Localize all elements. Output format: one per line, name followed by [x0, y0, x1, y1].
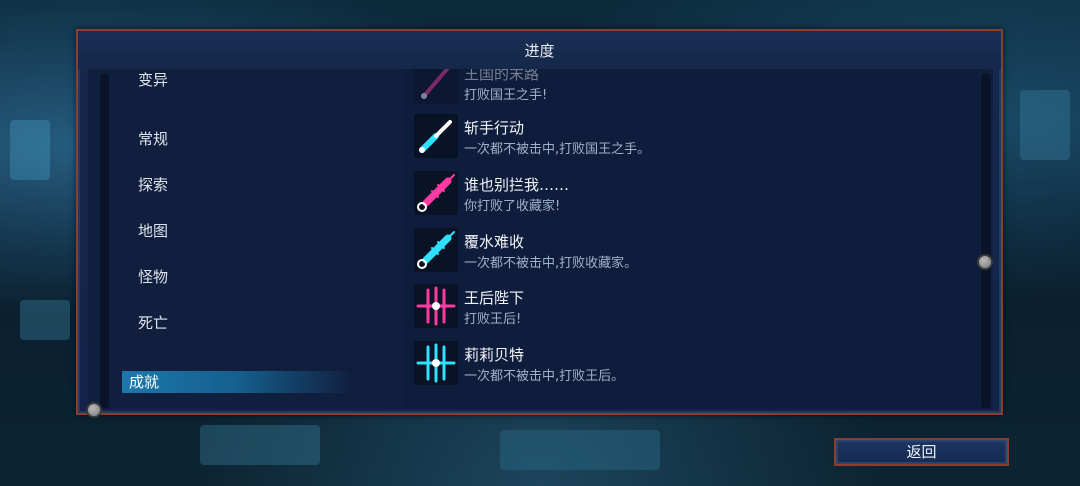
panel-title: 进度	[78, 31, 1001, 69]
category-item-deaths[interactable]: 死亡	[132, 312, 168, 334]
left-scroll-knob[interactable]	[86, 402, 102, 418]
achievement-description: 一次都不被击中,打败国王之手。	[464, 142, 651, 157]
category-item-monsters[interactable]: 怪物	[132, 266, 168, 288]
achievement-description: 一次都不被击中,打败收藏家。	[464, 256, 638, 271]
achievement-list: 王国的末路 打败国王之手! 斩手行动 一次都不被击中,打败国王之手。 谁也别拦我…	[404, 69, 979, 409]
achievement-title: 谁也别拦我……	[464, 176, 570, 194]
achievement-title: 王国的末路	[464, 69, 540, 83]
achievement-title: 斩手行动	[464, 119, 525, 137]
category-item-general[interactable]: 常规	[132, 128, 168, 150]
achievement-scrollbar[interactable]	[981, 73, 991, 409]
crown-spikes-icon	[414, 284, 458, 328]
sword-icon	[414, 114, 458, 158]
achievement-title: 莉莉贝特	[464, 346, 525, 364]
achievement-title: 覆水难收	[464, 233, 525, 251]
background-light	[20, 300, 70, 340]
syringe-icon	[414, 228, 458, 272]
category-scrollbar[interactable]	[100, 73, 109, 409]
achievement-item[interactable]: 谁也别拦我…… 你打败了收藏家!	[414, 171, 974, 219]
achievement-item[interactable]: 莉莉贝特 一次都不被击中,打败王后。	[414, 341, 974, 389]
back-button[interactable]: 返回	[834, 438, 1009, 466]
category-item-achievements[interactable]: 成就	[122, 371, 351, 393]
achievement-description: 你打败了收藏家!	[464, 199, 561, 214]
background-light	[10, 120, 50, 180]
panel-content: 变异 常规 探索 地图 怪物 死亡 成就 王国的末路 打败国王之手! 斩手行动 …	[88, 69, 993, 409]
syringe-icon	[414, 171, 458, 215]
achievement-description: 打败王后!	[464, 312, 522, 327]
background-light	[500, 430, 660, 470]
achievement-description: 打败国王之手!	[464, 88, 548, 103]
category-item-map[interactable]: 地图	[132, 220, 168, 242]
background-light	[200, 425, 320, 465]
category-item-exploration[interactable]: 探索	[132, 174, 168, 196]
achievement-description: 一次都不被击中,打败王后。	[464, 369, 625, 384]
achievement-item[interactable]: 斩手行动 一次都不被击中,打败国王之手。	[414, 114, 974, 162]
achievement-item[interactable]: 覆水难收 一次都不被击中,打败收藏家。	[414, 228, 974, 276]
progress-panel: 进度 变异 常规 探索 地图 怪物 死亡 成就 王国的末路 打败国王之手! 斩手…	[76, 29, 1003, 415]
achievement-item[interactable]: 王国的末路 打败国王之手!	[414, 69, 974, 108]
sword-icon	[414, 69, 458, 104]
right-scroll-knob[interactable]	[977, 254, 993, 270]
category-item-mutations[interactable]: 变异	[132, 69, 168, 91]
crown-spikes-icon	[414, 341, 458, 385]
background-light	[1020, 90, 1070, 160]
achievement-item[interactable]: 王后陛下 打败王后!	[414, 284, 974, 332]
achievement-title: 王后陛下	[464, 289, 525, 307]
